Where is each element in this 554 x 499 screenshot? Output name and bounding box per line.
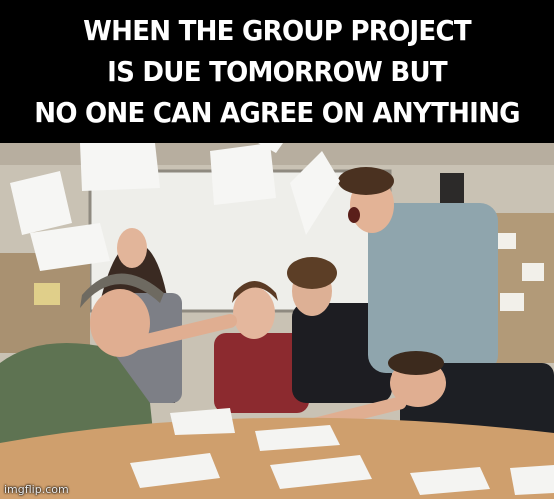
paper-on-table bbox=[510, 465, 554, 495]
person-standing-mouth bbox=[348, 207, 360, 223]
person-curly-hair bbox=[287, 257, 337, 289]
meeting-room-scene bbox=[0, 143, 554, 499]
pinned-note bbox=[496, 233, 516, 249]
person-slumped-hair bbox=[388, 351, 444, 375]
imgflip-watermark: imgflip.com bbox=[4, 483, 69, 496]
caption-bar: WHEN THE GROUP PROJECT IS DUE TOMORROW B… bbox=[0, 0, 554, 143]
pinned-note bbox=[522, 263, 544, 281]
person-flannel-face bbox=[233, 287, 275, 339]
person-standing-hair bbox=[338, 167, 394, 195]
meme-photo bbox=[0, 143, 554, 499]
person-standing-shirt bbox=[368, 203, 498, 373]
pinned-note bbox=[500, 293, 524, 311]
person-woman-face bbox=[117, 228, 147, 268]
pinned-note bbox=[34, 283, 60, 305]
flying-paper bbox=[210, 143, 276, 205]
flying-paper bbox=[80, 143, 160, 191]
meme: WHEN THE GROUP PROJECT IS DUE TOMORROW B… bbox=[0, 0, 554, 499]
meme-caption: WHEN THE GROUP PROJECT IS DUE TOMORROW B… bbox=[34, 14, 520, 129]
